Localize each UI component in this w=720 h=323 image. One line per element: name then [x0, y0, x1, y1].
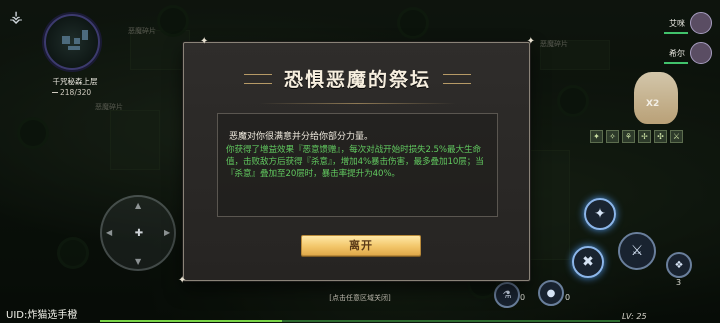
joystick-right-icon: ▶	[164, 228, 171, 237]
minimap[interactable]	[44, 14, 100, 70]
minimap-room	[62, 36, 70, 44]
corner-star-icon: ✦	[526, 36, 535, 47]
party-hp-bar	[664, 62, 688, 64]
joystick-down-icon: ▼	[135, 257, 142, 266]
buff-row: ✦ ✧ ⚘ ✢ ✣ ⚔	[590, 130, 683, 143]
dpad-icon: ✚	[134, 228, 144, 239]
joystick-left-icon: ◀	[106, 228, 113, 237]
map-progress: 218/320	[52, 88, 92, 97]
uid-label: UID:炸猫选手橙	[6, 310, 78, 321]
title-ornament	[443, 74, 471, 84]
dash-skill-icon[interactable]: ❖	[666, 252, 692, 278]
buff-icon: ⚘	[622, 130, 635, 143]
minimap-room	[68, 46, 80, 50]
dialog-header: 恐惧恶魔的祭坛	[244, 61, 471, 97]
corner-star-icon: ✦	[200, 36, 209, 47]
minimap-room	[82, 30, 88, 40]
map-progress-value: 218/320	[60, 88, 92, 97]
corner-star-icon: ✦	[178, 275, 187, 286]
minimap-room	[74, 38, 80, 44]
progress-tick	[52, 92, 58, 93]
dialog-title: 恐惧恶魔的祭坛	[283, 69, 431, 91]
hero-image	[634, 72, 678, 124]
dialog-text-box: 恶魔对你很满意并分给你部分力量。 你获得了增益效果『恶意馈赠』，每次对战开始时损…	[217, 113, 498, 217]
party-member-1[interactable]: 艾咪	[669, 12, 712, 34]
joystick-up-icon: ▲	[135, 201, 142, 210]
virtual-joystick[interactable]: ▲ ▼ ◀ ▶ ✚	[100, 195, 176, 271]
hero-portrait	[634, 72, 678, 124]
title-divider	[259, 103, 456, 104]
avatar	[690, 12, 712, 34]
buff-description: 你获得了增益效果『恶意馈赠』，每次对战开始时损失2.5%最大生命值，击败敌方后获…	[226, 145, 484, 180]
party-name: 艾咪	[669, 18, 685, 28]
exp-bar	[100, 320, 620, 322]
avatar	[690, 42, 712, 64]
close-hint: [点击任意区域关闭]	[329, 294, 391, 302]
buff-icon: ✧	[606, 130, 619, 143]
blade-skill-icon[interactable]: ⚔	[618, 232, 656, 270]
sword-skill-icon[interactable]: ✦	[584, 198, 616, 230]
party-hp-bar	[664, 32, 688, 34]
exp-bar-fill	[100, 320, 282, 322]
map-name: 千咒秘森上层	[52, 77, 98, 86]
buff-icon: ✣	[654, 130, 667, 143]
dialog-message: 恶魔对你很满意并分给你部分力量。	[229, 132, 374, 142]
hero-multiplier: X2	[646, 99, 660, 109]
buff-icon: ✦	[590, 130, 603, 143]
altar-dialog: ✦ ✦ ✦ 恐惧恶魔的祭坛 恶魔对你很满意并分给你部分力量。 你获得了增益效果『…	[178, 37, 535, 286]
leave-button[interactable]: 离开	[301, 235, 421, 256]
wing-icon[interactable]: ⚶	[6, 6, 26, 28]
party-name: 希尔	[669, 48, 685, 58]
buff-icon: ⚔	[670, 130, 683, 143]
party-member-2[interactable]: 希尔	[669, 42, 712, 64]
buff-icon: ✢	[638, 130, 651, 143]
level-label: LV: 25	[622, 312, 647, 321]
skill-count: 3	[676, 278, 682, 287]
lightning-skill-icon[interactable]: ✖	[572, 246, 604, 278]
